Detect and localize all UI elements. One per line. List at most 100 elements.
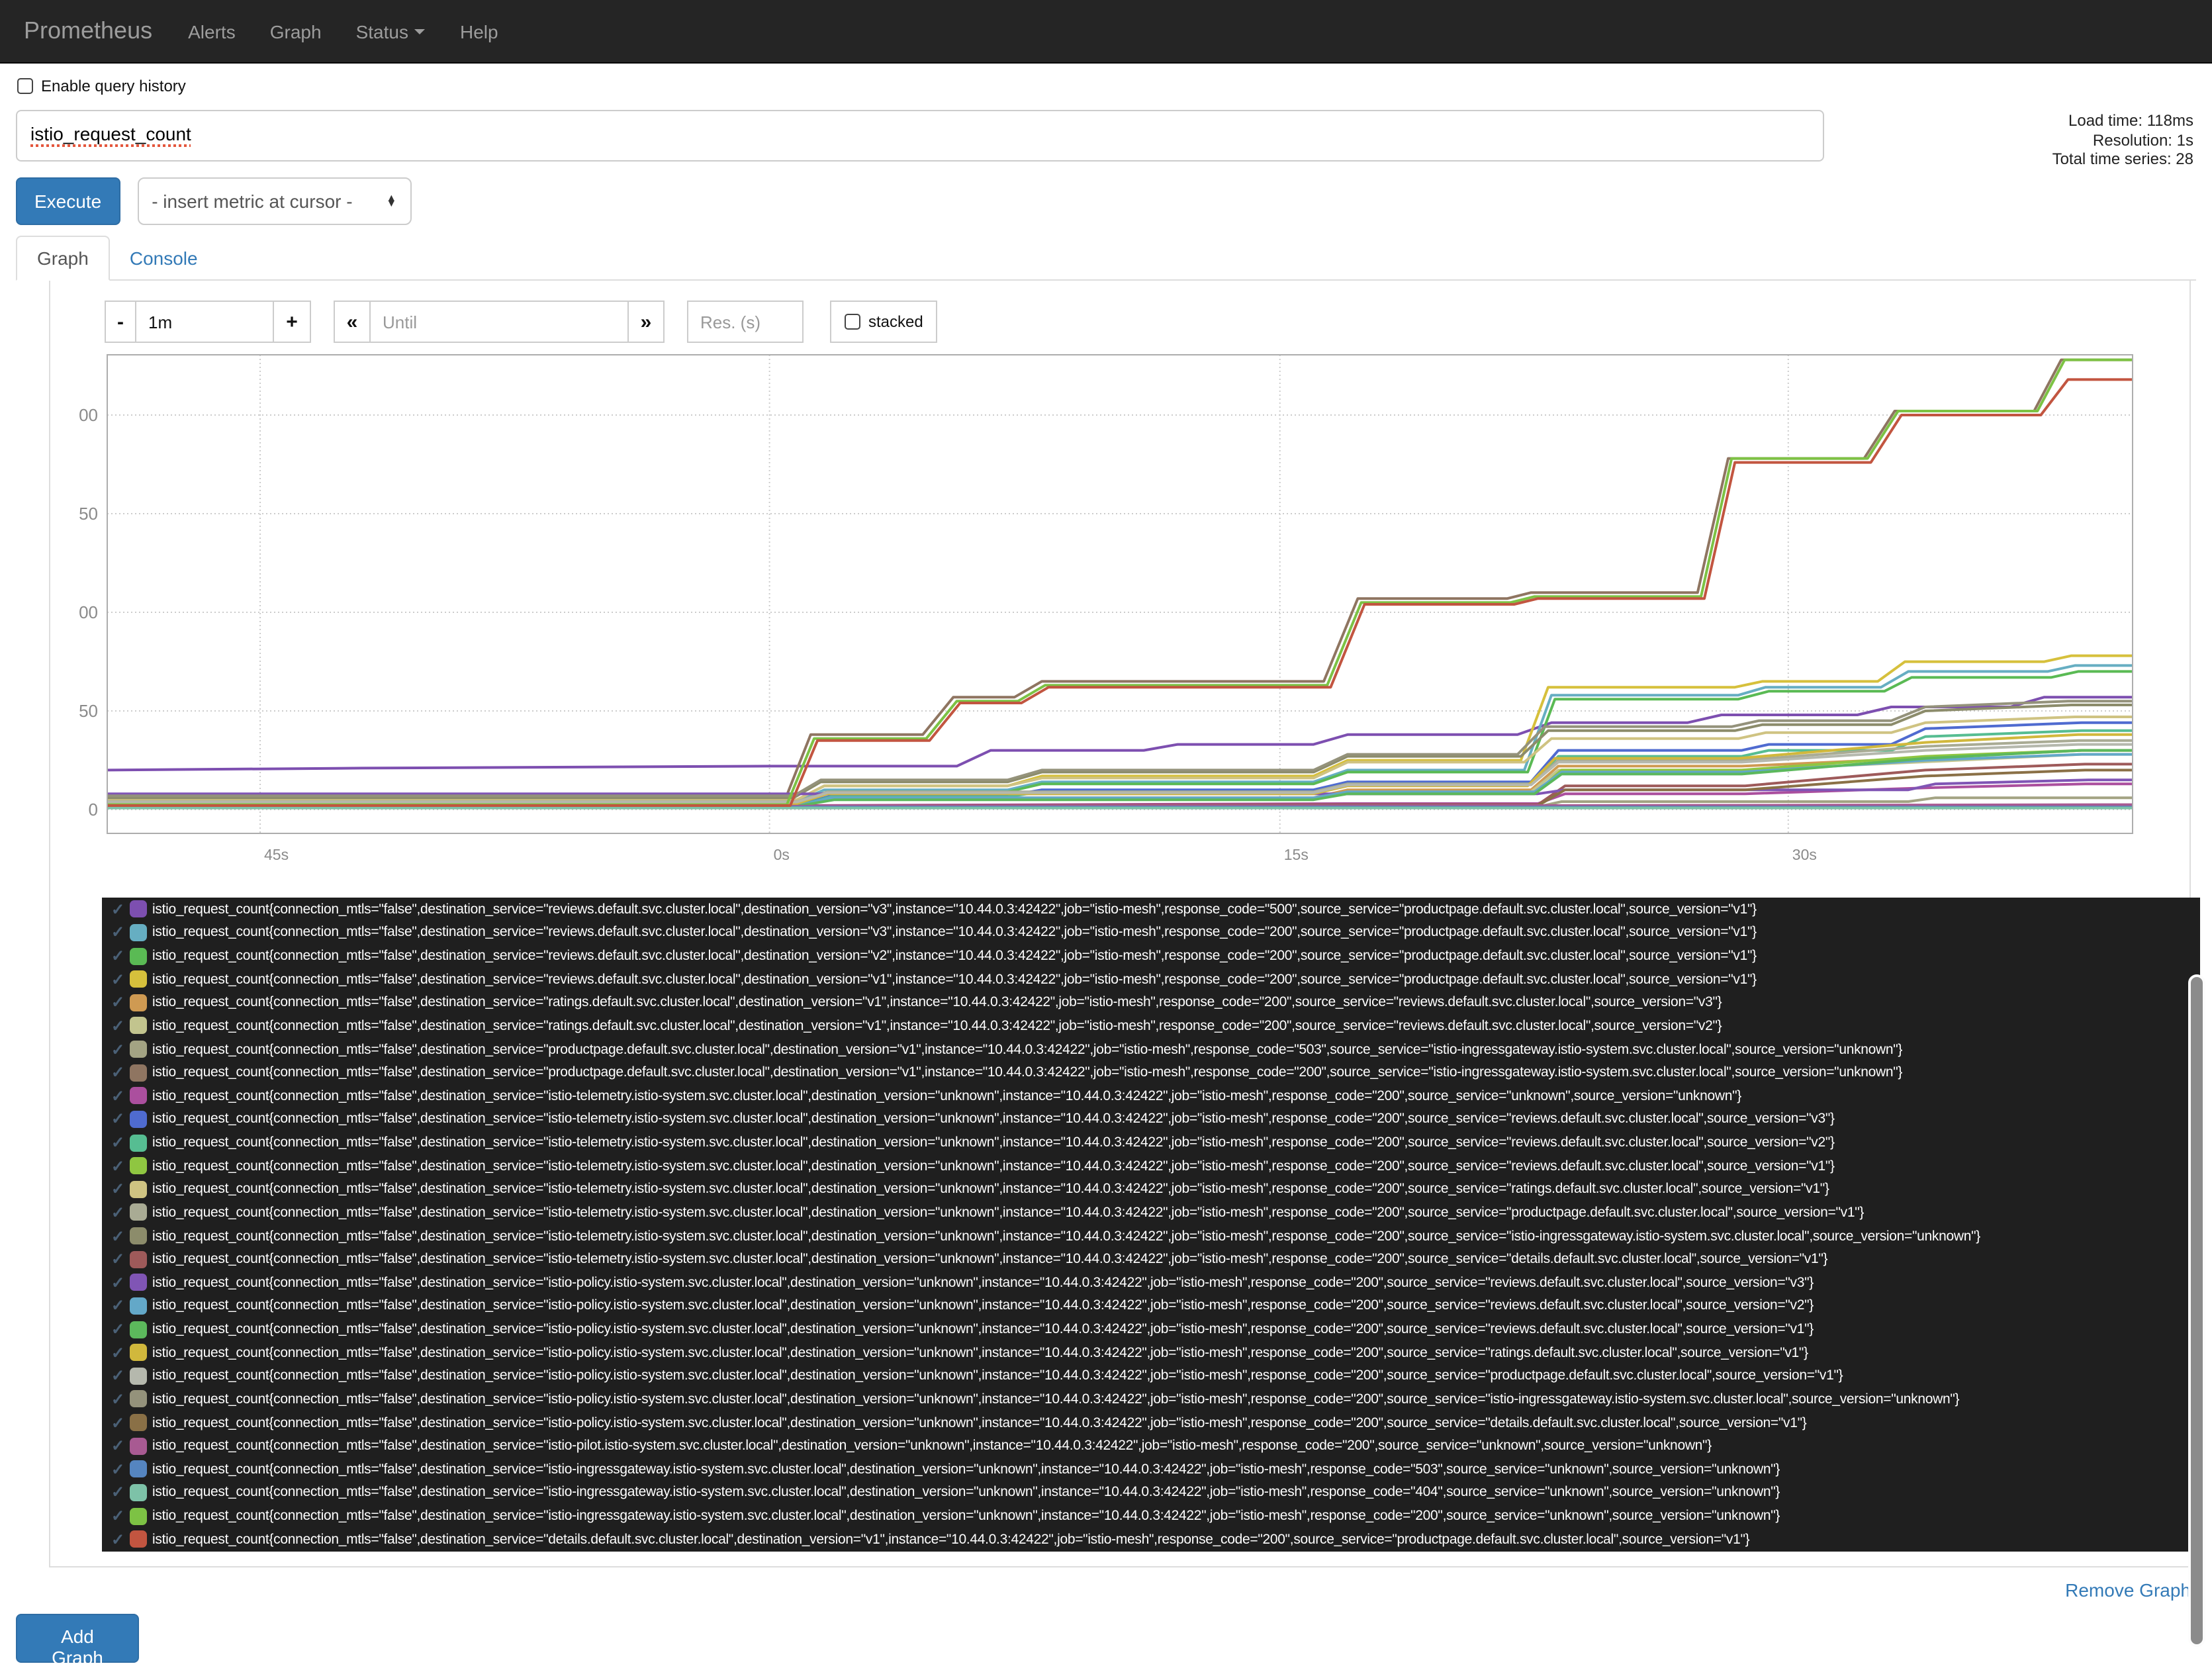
legend-series-label: istio_request_count{connection_mtls="fal… [152,1415,1807,1431]
range-input[interactable]: 1m [135,301,274,343]
legend-row[interactable]: ✓ istio_request_count{connection_mtls="fa… [102,945,2200,968]
nav-item-label: Alerts [188,21,236,42]
legend-row[interactable]: ✓ istio_request_count{connection_mtls="fa… [102,1061,2200,1084]
line-chart[interactable]: 0 50 100 150 200 45s 0s 15s 30s [79,350,2144,879]
legend-row[interactable]: ✓ istio_request_count{connection_mtls="fa… [102,1364,2200,1387]
range-decrease-button[interactable]: - [105,301,136,343]
legend-row[interactable]: ✓ istio_request_count{connection_mtls="fa… [102,1434,2200,1458]
legend-series-label: istio_request_count{connection_mtls="fal… [152,901,1757,917]
graph-controls: - 1m + « Until » Res. (s) stacked [105,301,938,343]
legend-row[interactable]: ✓ istio_request_count{connection_mtls="fa… [102,1411,2200,1434]
legend-color-swatch [130,1157,147,1175]
legend-check-icon: ✓ [111,1086,125,1105]
legend-row[interactable]: ✓ istio_request_count{connection_mtls="fa… [102,1505,2200,1528]
prometheus-app: Prometheus Alerts Graph Status Help Enab… [0,0,2212,1680]
legend-row[interactable]: ✓ istio_request_count{connection_mtls="fa… [102,968,2200,991]
legend-series-label: istio_request_count{connection_mtls="fal… [152,1251,1828,1268]
expression-input[interactable]: istio_request_count [16,110,1824,162]
expression-text: istio_request_count [30,123,191,144]
legend-series-label: istio_request_count{connection_mtls="fal… [152,1017,1722,1034]
legend-color-swatch [130,1041,147,1058]
legend-series-label: istio_request_count{connection_mtls="fal… [152,1297,1814,1314]
y-tick-label: 150 [79,504,98,524]
legend-check-icon: ✓ [111,1460,125,1479]
legend-series-label: istio_request_count{connection_mtls="fal… [152,1344,1808,1361]
legend-row[interactable]: ✓ istio_request_count{connection_mtls="fa… [102,898,2200,921]
legend-color-swatch [130,1110,147,1128]
legend-color-swatch [130,900,147,918]
remove-graph-link[interactable]: Remove Graph [2065,1579,2191,1601]
stacked-label: stacked [868,312,923,331]
until-input[interactable]: Until [369,301,629,343]
nav-item-help[interactable]: Help [443,21,516,42]
legend-color-swatch [130,1460,147,1478]
legend-row[interactable]: ✓ istio_request_count{connection_mtls="fa… [102,1458,2200,1481]
legend-row[interactable]: ✓ istio_request_count{connection_mtls="fa… [102,1107,2200,1131]
legend-row[interactable]: ✓ istio_request_count{connection_mtls="fa… [102,921,2200,944]
select-updown-icon: ▲ ▼ [386,191,397,209]
legend-check-icon: ✓ [111,1180,125,1199]
legend-check-icon: ✓ [111,1483,125,1502]
legend-series-label: istio_request_count{connection_mtls="fal… [152,1368,1843,1384]
legend-row[interactable]: ✓ istio_request_count{connection_mtls="fa… [102,1225,2200,1248]
execute-button[interactable]: Execute [16,177,120,225]
resolution-placeholder: Res. (s) [700,312,760,332]
resolution-input[interactable]: Res. (s) [687,301,804,343]
legend-check-icon: ✓ [111,923,125,942]
brand-link[interactable]: Prometheus [0,17,171,45]
legend-row[interactable]: ✓ istio_request_count{connection_mtls="fa… [102,1038,2200,1061]
legend-row[interactable]: ✓ istio_request_count{connection_mtls="fa… [102,1084,2200,1107]
legend-check-icon: ✓ [111,1203,125,1222]
nav-item-alerts[interactable]: Alerts [171,21,253,42]
legend-color-swatch [130,1064,147,1082]
chart-legend: ✓ istio_request_count{connection_mtls="fa… [102,898,2200,1552]
y-tick-label: 100 [79,602,98,622]
tab-graph[interactable]: Graph [16,236,110,281]
series-line-12 [107,716,2133,802]
legend-check-icon: ✓ [111,947,125,966]
tab-console[interactable]: Console [110,237,218,279]
legend-row[interactable]: ✓ istio_request_count{connection_mtls="fa… [102,1201,2200,1224]
stacked-checkbox[interactable] [845,314,860,330]
legend-row[interactable]: ✓ istio_request_count{connection_mtls="fa… [102,1178,2200,1201]
series-line-27 [107,378,2133,807]
legend-row[interactable]: ✓ istio_request_count{connection_mtls="fa… [102,1341,2200,1364]
legend-row[interactable]: ✓ istio_request_count{connection_mtls="fa… [102,1318,2200,1341]
legend-series-label: istio_request_count{connection_mtls="fal… [152,1041,1903,1058]
add-graph-button[interactable]: Add Graph [16,1614,139,1668]
query-history-checkbox[interactable] [17,78,33,94]
scrollbar-thumb[interactable] [2188,974,2205,1647]
legend-series-label: istio_request_count{connection_mtls="fal… [152,1274,1814,1291]
legend-row[interactable]: ✓ istio_request_count{connection_mtls="fa… [102,1271,2200,1294]
legend-row[interactable]: ✓ istio_request_count{connection_mtls="fa… [102,1154,2200,1178]
legend-row[interactable]: ✓ istio_request_count{connection_mtls="fa… [102,1481,2200,1504]
time-forward-button[interactable]: » [627,301,665,343]
insert-metric-select[interactable]: - insert metric at cursor - ▲ ▼ [137,177,412,225]
nav-item-graph[interactable]: Graph [253,21,339,42]
legend-row[interactable]: ✓ istio_request_count{connection_mtls="fa… [102,1014,2200,1037]
query-history-label: Enable query history [41,77,186,95]
insert-metric-selected-value: - insert metric at cursor - [152,191,353,212]
legend-row[interactable]: ✓ istio_request_count{connection_mtls="fa… [102,1248,2200,1271]
legend-check-icon: ✓ [111,1250,125,1269]
legend-series-label: istio_request_count{connection_mtls="fal… [152,948,1757,964]
nav-item-status[interactable]: Status [339,21,443,42]
legend-color-swatch [130,1297,147,1315]
legend-row[interactable]: ✓ istio_request_count{connection_mtls="fa… [102,1131,2200,1154]
legend-check-icon: ✓ [111,1343,125,1362]
legend-series-label: istio_request_count{connection_mtls="fal… [152,1135,1835,1151]
legend-color-swatch [130,1227,147,1245]
legend-row[interactable]: ✓ istio_request_count{connection_mtls="fa… [102,1528,2200,1551]
range-increase-button[interactable]: + [273,301,311,343]
x-tick-label: 30s [1792,846,1817,863]
legend-row[interactable]: ✓ istio_request_count{connection_mtls="fa… [102,1387,2200,1411]
legend-check-icon: ✓ [111,1389,125,1409]
legend-row[interactable]: ✓ istio_request_count{connection_mtls="fa… [102,991,2200,1014]
legend-row[interactable]: ✓ istio_request_count{connection_mtls="fa… [102,1294,2200,1317]
stacked-control: stacked [830,301,938,343]
legend-color-swatch [130,1507,147,1525]
time-back-button[interactable]: « [334,301,371,343]
legend-check-icon: ✓ [111,1156,125,1176]
legend-color-swatch [130,1530,147,1548]
legend-series-label: istio_request_count{connection_mtls="fal… [152,994,1722,1011]
